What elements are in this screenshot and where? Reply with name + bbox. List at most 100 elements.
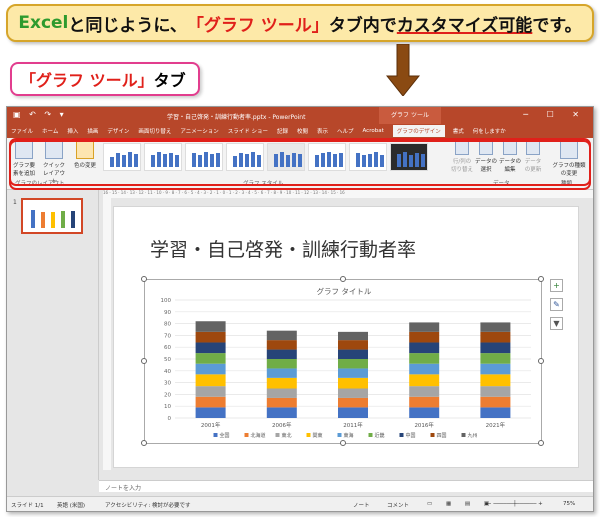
bar-segment — [266, 397, 297, 408]
bar-segment — [409, 342, 440, 354]
tab-draw[interactable]: 描画 — [87, 127, 98, 135]
y-tick-label: 70 — [164, 333, 171, 339]
legend-swatch — [244, 433, 249, 437]
bar-segment — [266, 377, 297, 389]
bar-segment — [338, 340, 368, 350]
y-tick-label: 60 — [164, 345, 171, 351]
chart-filters-icon[interactable]: ▼ — [550, 317, 563, 330]
banner-text-3: です。 — [532, 15, 582, 36]
legend-swatch — [213, 433, 218, 437]
legend-swatch — [430, 433, 435, 437]
tab-acrobat[interactable]: Acrobat — [363, 128, 384, 134]
tab-format[interactable]: 書式 — [453, 127, 464, 135]
status-slide-count: スライド 1/1 — [11, 503, 44, 509]
legend-label: 全国 — [220, 432, 230, 439]
banner-excel: Excel — [18, 13, 69, 33]
resize-handle-se[interactable] — [538, 440, 544, 446]
banner-text-1: と同じように、 — [68, 15, 187, 36]
legend-swatch — [461, 433, 466, 437]
x-tick-label: 2001年 — [201, 421, 221, 429]
resize-handle-nw[interactable] — [141, 276, 147, 282]
tab-transitions[interactable]: 画面切り替え — [138, 127, 171, 135]
slide-canvas[interactable]: 学習・自己啓発・訓練行動者率 グラフ タイトル 0 10 20 30 40 50 60 70 8… — [113, 206, 579, 468]
legend-swatch — [399, 433, 404, 437]
resize-handle-e[interactable] — [538, 358, 544, 364]
tab-animations[interactable]: アニメーション — [180, 127, 218, 135]
legend-label: 近畿 — [375, 432, 385, 439]
y-tick-label: 10 — [164, 404, 171, 410]
tab-help[interactable]: ヘルプ — [337, 127, 354, 135]
resize-handle-s[interactable] — [340, 440, 346, 446]
tab-slideshow[interactable]: スライド ショー — [228, 127, 268, 135]
chart-frame[interactable]: グラフ タイトル 0 10 20 30 40 50 60 70 80 90 100 2001年 2006… — [141, 276, 544, 446]
tell-me-search[interactable]: 何をしますか — [473, 127, 506, 135]
chart-styles-brush-icon[interactable]: ✎ — [550, 298, 563, 311]
legend-swatch — [337, 433, 342, 437]
bar-segment — [409, 386, 440, 397]
x-tick-label: 2011年 — [343, 421, 363, 429]
y-tick-label: 40 — [164, 369, 171, 375]
bar-segment — [409, 374, 440, 387]
tab-insert[interactable]: 挿入 — [67, 127, 78, 135]
thumbnail-chart — [31, 210, 75, 228]
zoom-slider[interactable]: − ──────┼────── + — [487, 501, 543, 507]
bar-segment — [195, 396, 226, 408]
ribbon-red-outline — [9, 138, 591, 190]
tag-chart-tools: 「グラフ ツール」 — [20, 71, 154, 90]
chart-tools-tag: 「グラフ ツール」 タブ — [10, 62, 200, 96]
bar-segment — [266, 340, 297, 350]
window-controls[interactable]: ─ ☐ ✕ — [523, 110, 587, 119]
status-bar: スライド 1/1 英語 (米国) アクセシビリティ: 検討が必要です ノート コ… — [7, 496, 593, 511]
resize-handle-ne[interactable] — [538, 276, 544, 282]
bar-segment — [480, 386, 511, 397]
ribbon-tabs: ファイル ホーム 挿入 描画 デザイン 画面切り替え アニメーション スライド … — [7, 124, 593, 138]
status-accessibility[interactable]: アクセシビリティ: 検討が必要です — [105, 501, 191, 509]
resize-handle-sw[interactable] — [141, 440, 147, 446]
y-tick-label: 80 — [164, 322, 171, 328]
legend-label: 九州 — [468, 432, 478, 439]
status-notes[interactable]: ノート — [353, 501, 370, 509]
resize-handle-n[interactable] — [340, 276, 346, 282]
slide-thumbnail-pane: 1 — [7, 190, 99, 480]
legend-swatch — [368, 433, 373, 437]
powerpoint-window: ▣ ↶ ↷ ▾ 学習・自己啓発・訓練行動者率.pptx - PowerPoint… — [6, 106, 594, 512]
legend-label: 四国 — [437, 433, 447, 439]
title-bar: ▣ ↶ ↷ ▾ 学習・自己啓発・訓練行動者率.pptx - PowerPoint… — [7, 107, 593, 124]
tab-review[interactable]: 校閲 — [297, 127, 308, 135]
legend-label: 東海 — [344, 432, 354, 439]
tab-design[interactable]: デザイン — [107, 127, 129, 135]
notes-pane[interactable]: ノートを入力 — [99, 480, 593, 492]
tab-home[interactable]: ホーム — [42, 127, 58, 135]
tag-tab: タブ — [153, 71, 186, 90]
bar-segment — [195, 407, 226, 418]
status-comments[interactable]: コメント — [387, 501, 409, 509]
resize-handle-w[interactable] — [141, 358, 147, 364]
y-tick-label: 100 — [161, 298, 172, 304]
slide-thumbnail[interactable] — [21, 198, 83, 234]
slide-title[interactable]: 学習・自己啓発・訓練行動者率 — [150, 235, 416, 262]
bar-segment — [195, 342, 226, 354]
tab-view[interactable]: 表示 — [317, 127, 328, 135]
status-language[interactable]: 英語 (米国) — [57, 501, 85, 509]
tab-chart-design[interactable]: グラフのデザイン — [392, 125, 445, 137]
bar-segment — [338, 377, 368, 389]
bar-segment — [409, 331, 440, 343]
view-buttons-icons[interactable]: ▭ ▦ ▤ ▣ — [427, 501, 495, 507]
y-tick-label: 20 — [164, 392, 171, 398]
bar-segment — [409, 363, 440, 375]
status-zoom[interactable]: 75% — [563, 501, 575, 507]
bar-segment — [195, 353, 226, 364]
banner-chart-tools: 「グラフ ツール」 — [186, 15, 329, 36]
chart-elements-plus-icon[interactable]: + — [550, 279, 563, 292]
bar-segment — [409, 322, 440, 332]
tab-file[interactable]: ファイル — [11, 127, 33, 135]
bar-segment — [480, 353, 511, 364]
bar-segment — [338, 397, 368, 408]
bar-segment — [195, 386, 226, 397]
legend-label: 北海道 — [251, 432, 266, 439]
window-title: 学習・自己啓発・訓練行動者率.pptx - PowerPoint — [167, 114, 306, 121]
legend-label: 東北 — [282, 432, 292, 439]
quick-access-icons[interactable]: ▣ ↶ ↷ ▾ — [13, 110, 67, 119]
bar-segment — [266, 330, 297, 341]
tab-record[interactable]: 記録 — [277, 127, 288, 135]
